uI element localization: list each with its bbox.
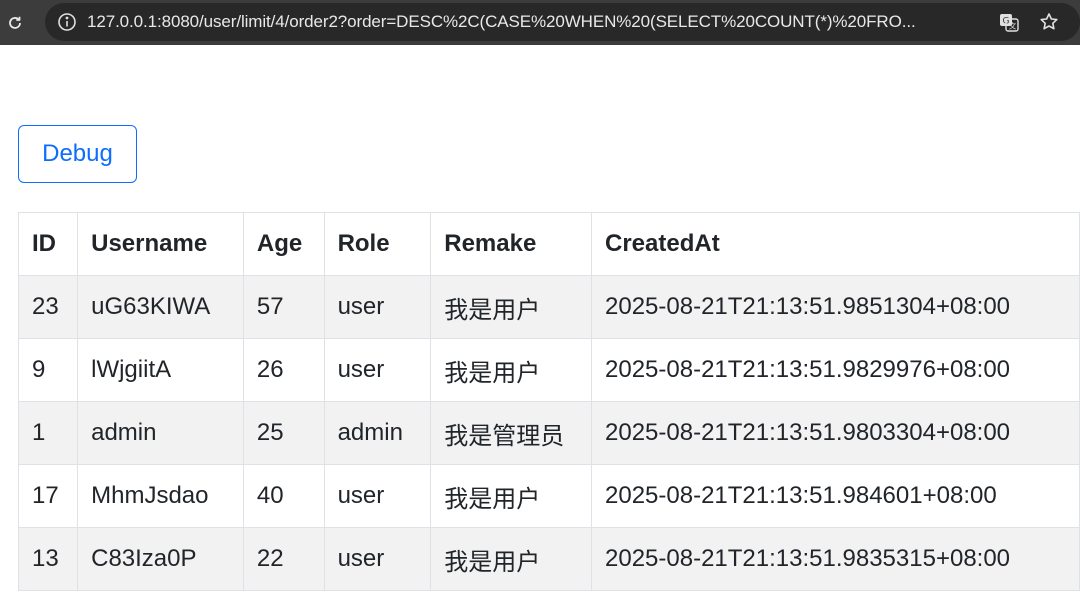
table-row: 1 admin 25 admin 我是管理员 2025-08-21T21:13:… <box>17 401 1080 465</box>
table-row: 9 lWjgiitA 26 user 我是用户 2025-08-21T21:13… <box>17 338 1080 402</box>
cell-role: user <box>323 464 432 528</box>
cell-role: admin <box>323 401 432 465</box>
table-row: 13 C83Iza0P 22 user 我是用户 2025-08-21T21:1… <box>17 527 1080 591</box>
header-username: Username <box>77 212 244 276</box>
info-icon[interactable] <box>57 12 77 32</box>
cell-age: 40 <box>242 464 325 528</box>
header-role: Role <box>323 212 432 276</box>
omnibox-actions: G 文 <box>998 3 1060 41</box>
star-icon[interactable] <box>1038 11 1060 33</box>
svg-text:文: 文 <box>1009 21 1017 31</box>
address-bar[interactable]: 127.0.0.1:8080/user/limit/4/order2?order… <box>45 3 1080 41</box>
browser-toolbar: 127.0.0.1:8080/user/limit/4/order2?order… <box>0 0 1080 45</box>
cell-age: 57 <box>242 275 325 339</box>
cell-remake: 我是用户 <box>430 464 592 528</box>
header-id: ID <box>17 212 79 276</box>
cell-id: 1 <box>17 401 79 465</box>
cell-created: 2025-08-21T21:13:51.984601+08:00 <box>591 464 1080 528</box>
cell-id: 23 <box>17 275 79 339</box>
cell-remake: 我是用户 <box>430 338 592 402</box>
cell-age: 26 <box>242 338 325 402</box>
cell-role: user <box>323 338 432 402</box>
cell-created: 2025-08-21T21:13:51.9835315+08:00 <box>591 527 1080 591</box>
cell-created: 2025-08-21T21:13:51.9851304+08:00 <box>591 275 1080 339</box>
cell-age: 22 <box>242 527 325 591</box>
url-text[interactable]: 127.0.0.1:8080/user/limit/4/order2?order… <box>87 12 967 32</box>
reload-icon[interactable] <box>0 0 30 45</box>
cell-id: 17 <box>17 464 79 528</box>
cell-age: 25 <box>242 401 325 465</box>
cell-username: uG63KIWA <box>77 275 244 339</box>
cell-role: user <box>323 527 432 591</box>
header-remake: Remake <box>430 212 592 276</box>
cell-id: 13 <box>17 527 79 591</box>
table-row: 17 MhmJsdao 40 user 我是用户 2025-08-21T21:1… <box>17 464 1080 528</box>
cell-username: C83Iza0P <box>77 527 244 591</box>
debug-button[interactable]: Debug <box>18 125 137 183</box>
cell-username: lWjgiitA <box>77 338 244 402</box>
cell-username: admin <box>77 401 244 465</box>
header-age: Age <box>242 212 325 276</box>
table-row: 23 uG63KIWA 57 user 我是用户 2025-08-21T21:1… <box>17 275 1080 339</box>
header-created: CreatedAt <box>591 212 1080 276</box>
cell-remake: 我是用户 <box>430 527 592 591</box>
cell-created: 2025-08-21T21:13:51.9803304+08:00 <box>591 401 1080 465</box>
cell-username: MhmJsdao <box>77 464 244 528</box>
translate-icon[interactable]: G 文 <box>998 11 1020 33</box>
cell-created: 2025-08-21T21:13:51.9829976+08:00 <box>591 338 1080 402</box>
table-header-row: ID Username Age Role Remake CreatedAt <box>17 212 1080 276</box>
cell-id: 9 <box>17 338 79 402</box>
cell-remake: 我是管理员 <box>430 401 592 465</box>
cell-remake: 我是用户 <box>430 275 592 339</box>
users-table: ID Username Age Role Remake CreatedAt 23… <box>17 212 1080 591</box>
cell-role: user <box>323 275 432 339</box>
